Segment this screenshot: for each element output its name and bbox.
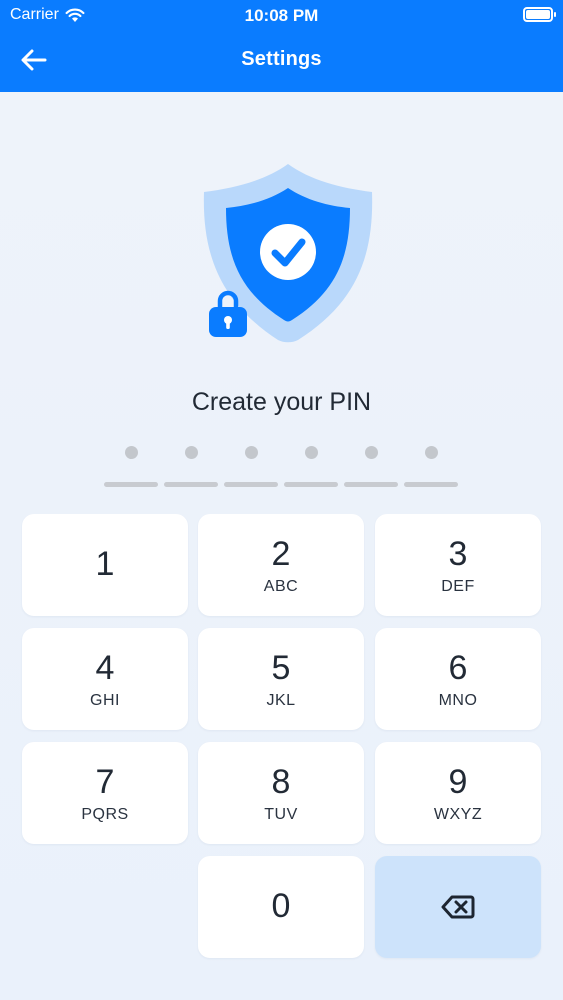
pin-slot-underline (104, 482, 158, 487)
key-letters: WXYZ (433, 806, 483, 823)
pin-dot (365, 446, 378, 459)
key-digit: 9 (448, 763, 468, 801)
pin-slot-underline (164, 482, 218, 487)
key-letters: MNO (438, 692, 478, 709)
key-digit: 1 (95, 545, 115, 583)
pin-indicator (104, 446, 460, 487)
key-letters: DEF (441, 578, 475, 595)
pin-dot (245, 446, 258, 459)
backspace-icon (441, 895, 475, 919)
key-9[interactable]: 9 WXYZ (375, 742, 541, 844)
pin-slot-underline (404, 482, 458, 487)
pin-setup-screen: Create your PIN 1 2 ABC 3 DEF 4 GHI 5 JK… (0, 92, 563, 1000)
key-1[interactable]: 1 (22, 514, 188, 616)
key-0[interactable]: 0 (198, 856, 364, 958)
key-letters: GHI (90, 692, 120, 709)
key-7[interactable]: 7 PQRS (22, 742, 188, 844)
status-time: 10:08 PM (244, 6, 319, 25)
key-digit: 3 (448, 535, 468, 573)
key-digit: 0 (271, 887, 291, 925)
battery-icon (523, 7, 556, 22)
pin-dot (125, 446, 138, 459)
key-4[interactable]: 4 GHI (22, 628, 188, 730)
key-5[interactable]: 5 JKL (198, 628, 364, 730)
key-6[interactable]: 6 MNO (375, 628, 541, 730)
key-digit: 7 (95, 763, 115, 801)
pin-prompt: Create your PIN (191, 388, 372, 416)
page-title: Settings (241, 48, 322, 70)
key-digit: 5 (271, 649, 291, 687)
key-8[interactable]: 8 TUV (198, 742, 364, 844)
key-letters: ABC (263, 578, 299, 595)
key-digit: 2 (271, 535, 291, 573)
delete-button[interactable] (375, 856, 541, 958)
pin-slot-underline (224, 482, 278, 487)
key-3[interactable]: 3 DEF (375, 514, 541, 616)
pin-slot-underline (284, 482, 338, 487)
status-bar: Carrier 10:08 PM (0, 0, 563, 30)
pin-dot (185, 446, 198, 459)
key-digit: 6 (448, 649, 468, 687)
key-letters: PQRS (81, 806, 129, 823)
pin-dot (305, 446, 318, 459)
key-digit: 4 (95, 649, 115, 687)
key-letters: JKL (266, 692, 296, 709)
shield-check-lock-illustration (203, 164, 373, 343)
pin-slot-underline (344, 482, 398, 487)
pin-dot (425, 446, 438, 459)
key-letters: TUV (264, 806, 298, 823)
key-digit: 8 (271, 763, 291, 801)
app-header: Carrier 10:08 PM Settings (0, 0, 563, 92)
key-2[interactable]: 2 ABC (198, 514, 364, 616)
